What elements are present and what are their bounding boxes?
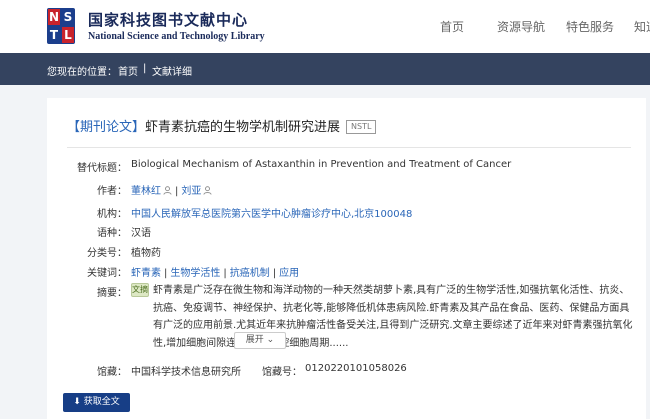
classification-label: 分类号： — [87, 248, 127, 259]
alt-title-value: Biological Mechanism of Astaxanthin in P… — [131, 159, 512, 170]
alt-title-label: 替代标题： — [77, 163, 127, 174]
logo-letter: L — [62, 27, 74, 43]
logo-letter: N — [48, 9, 60, 25]
breadcrumb-separator: | — [143, 63, 147, 74]
org-link[interactable]: 中国人民解放军总医院第六医学中心肿瘤诊疗中心,北京100048 — [131, 205, 412, 220]
language-value: 汉语 — [131, 228, 151, 239]
nav-home[interactable]: 首页 — [440, 18, 464, 35]
nav-services[interactable]: 特色服务 — [566, 18, 614, 35]
keyword-separator: | — [272, 268, 277, 279]
site-title-cn: 国家科技图书文献中心 — [88, 11, 249, 29]
breadcrumb-current: 文献详细 — [152, 67, 192, 78]
abstract-label: 摘要： — [97, 288, 127, 299]
keywords-label: 关键词： — [87, 268, 127, 279]
logo-letter: T — [49, 28, 59, 42]
keywords-value: 虾青素 | 生物学活性 | 抗癌机制 | 应用 — [131, 264, 299, 279]
article-title-row: 【期刊论文】虾青素抗癌的生物学机制研究进展 NSTL — [67, 116, 377, 135]
nstl-logo[interactable]: N S T L — [47, 8, 75, 44]
site-header: N S T L 国家科技图书文献中心 National Science and … — [0, 0, 650, 53]
authors-label: 作者： — [97, 186, 127, 197]
logo-letter: S — [63, 10, 73, 24]
person-icon[interactable] — [163, 186, 172, 195]
call-number-label: 馆藏号： — [262, 367, 302, 378]
nav-resources[interactable]: 资源导航 — [497, 18, 545, 35]
keyword-link[interactable]: 虾青素 — [131, 268, 161, 279]
get-fulltext-label: 获取全文 — [83, 397, 120, 407]
expand-button[interactable]: 展开 ⌄ — [234, 332, 286, 349]
breadcrumb-prefix: 您现在的位置： — [47, 67, 117, 78]
keyword-link[interactable]: 抗癌机制 — [230, 268, 270, 279]
abstract-text: 虾青素是广泛存在微生物和海洋动物的一种天然类胡萝卜素,具有广泛的生物学活性,如强… — [153, 285, 633, 349]
nstl-badge: NSTL — [346, 120, 377, 134]
language-label: 语种： — [97, 228, 127, 239]
author-link[interactable]: 董林红 — [131, 186, 161, 197]
keyword-separator: | — [223, 268, 227, 279]
chevron-down-icon: ⌄ — [266, 335, 275, 345]
keyword-link[interactable]: 应用 — [279, 268, 299, 279]
author-separator: | — [175, 186, 179, 197]
call-number-value: 0120220101058026 — [305, 363, 407, 374]
author-link[interactable]: 刘亚 — [181, 186, 201, 197]
org-label: 机构： — [97, 209, 127, 220]
get-fulltext-button[interactable]: ⬇ 获取全文 — [63, 393, 130, 412]
person-icon[interactable] — [203, 186, 212, 195]
download-icon: ⬇ — [73, 397, 81, 407]
nav-knowledge[interactable]: 知道 — [634, 18, 650, 35]
classification-value: 植物药 — [131, 248, 161, 259]
keyword-separator: | — [164, 268, 168, 279]
authors-value: 董林红 | 刘亚 — [131, 182, 212, 197]
breadcrumb: 您现在的位置： 首页 | 文献详细 — [0, 53, 650, 85]
article-detail-card: 【期刊论文】虾青素抗癌的生物学机制研究进展 NSTL 替代标题： Biologic… — [47, 98, 646, 419]
expand-label: 展开 — [245, 335, 264, 345]
breadcrumb-home-link[interactable]: 首页 — [118, 63, 138, 78]
article-type: 【期刊论文】 — [67, 120, 146, 135]
site-title-en: National Science and Technology Library — [88, 31, 265, 42]
title-divider — [67, 147, 631, 148]
article-title: 虾青素抗癌的生物学机制研究进展 — [145, 120, 341, 135]
abstract-icon: 文摘 — [131, 283, 149, 297]
keyword-link[interactable]: 生物学活性 — [170, 268, 220, 279]
library-label: 馆藏： — [97, 367, 127, 378]
